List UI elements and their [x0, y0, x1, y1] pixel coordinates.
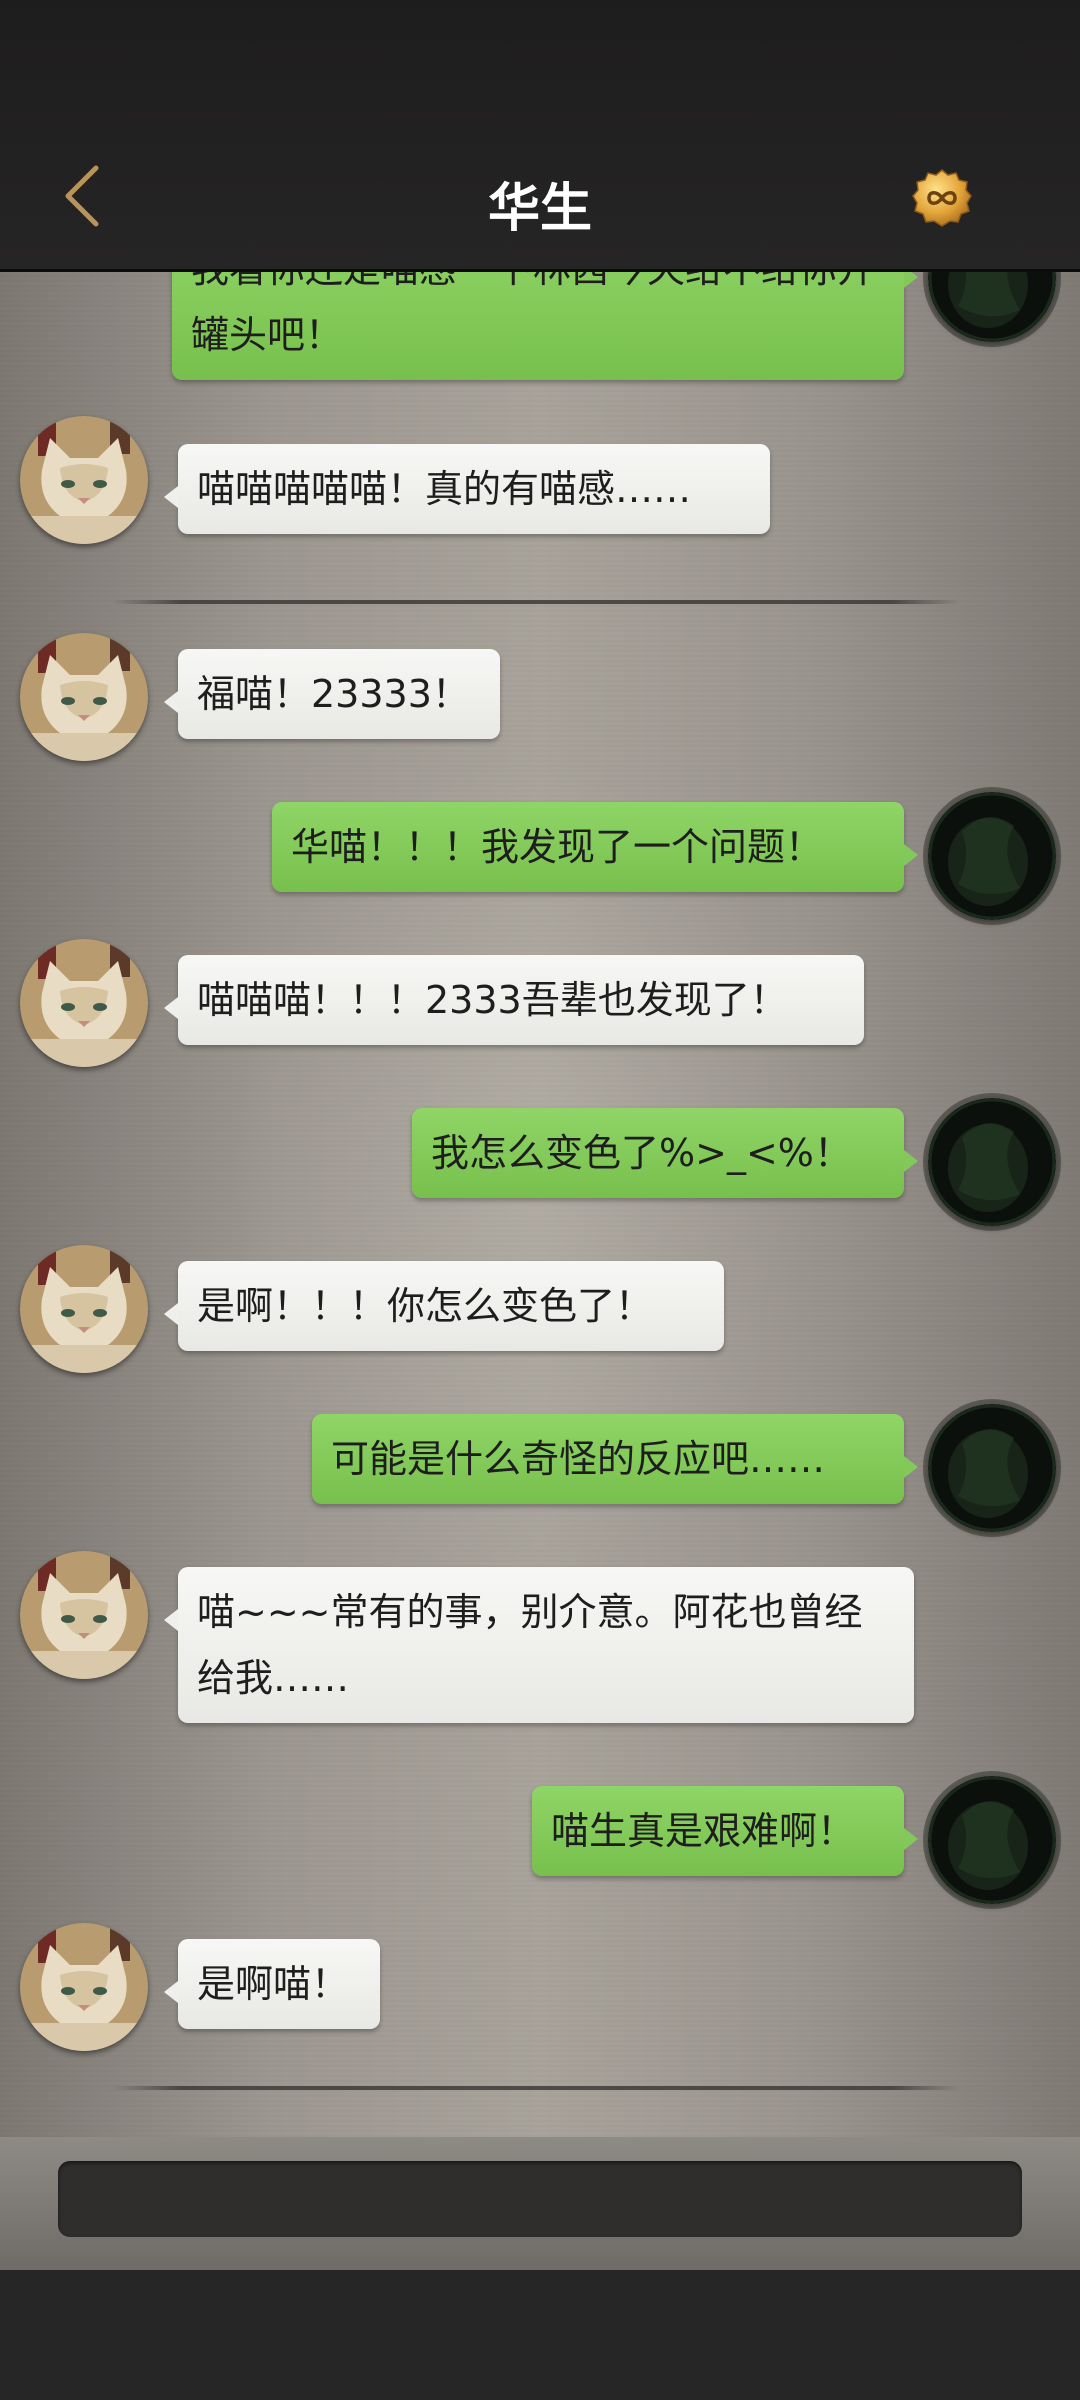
- dark-avatar-icon: [928, 272, 1056, 342]
- message-bubble[interactable]: 我看你还是喵感一下林茜今天给不给你开罐头吧！: [172, 272, 918, 380]
- section-divider: [112, 2086, 960, 2090]
- input-bar: [0, 2137, 1080, 2270]
- cat-avatar-icon: [20, 416, 148, 544]
- bottom-bar: [0, 2270, 1080, 2400]
- user-avatar[interactable]: [928, 1404, 1056, 1532]
- cat-avatar[interactable]: [20, 633, 148, 761]
- message-bubble[interactable]: 是啊喵！: [164, 1939, 380, 2029]
- cat-avatar[interactable]: [20, 939, 148, 1067]
- message-bubble[interactable]: 福喵！23333！: [164, 649, 500, 739]
- cat-avatar-icon: [20, 1551, 148, 1679]
- cat-avatar[interactable]: [20, 416, 148, 544]
- chat-screen: 华生 我看你还是喵感一下林茜今天给不给你开罐头吧！: [0, 0, 1080, 2400]
- dark-avatar-icon: [928, 1776, 1056, 1904]
- dark-avatar-icon: [928, 1098, 1056, 1226]
- user-avatar[interactable]: [928, 1098, 1056, 1226]
- section-divider: [112, 600, 960, 604]
- infinity-coin-icon: [912, 169, 972, 227]
- cat-avatar-icon: [20, 939, 148, 1067]
- cat-avatar-icon: [20, 1245, 148, 1373]
- message-bubble[interactable]: 喵生真是艰难啊！: [532, 1786, 918, 1876]
- message-bubble[interactable]: 我怎么变色了%>_<%！: [412, 1108, 918, 1198]
- cat-avatar-icon: [20, 633, 148, 761]
- cat-avatar[interactable]: [20, 1923, 148, 2051]
- message-bubble[interactable]: 可能是什么奇怪的反应吧……: [312, 1414, 918, 1504]
- user-avatar[interactable]: [928, 1776, 1056, 1904]
- message-bubble[interactable]: 喵~~~常有的事，别介意。阿花也曾经给我……: [164, 1567, 914, 1723]
- cat-avatar-icon: [20, 1923, 148, 2051]
- chat-header: 华生: [0, 0, 1080, 272]
- cat-avatar[interactable]: [20, 1551, 148, 1679]
- infinity-badge-button[interactable]: [912, 168, 972, 228]
- message-bubble[interactable]: 华喵！！！我发现了一个问题！: [272, 802, 918, 892]
- user-avatar[interactable]: [928, 792, 1056, 920]
- dark-avatar-icon: [928, 792, 1056, 920]
- user-avatar[interactable]: [928, 272, 1056, 342]
- message-bubble[interactable]: 喵喵喵喵喵！真的有喵感……: [164, 444, 770, 534]
- message-bubble[interactable]: 是啊！！！你怎么变色了！: [164, 1261, 724, 1351]
- cat-avatar[interactable]: [20, 1245, 148, 1373]
- dark-avatar-icon: [928, 1404, 1056, 1532]
- message-bubble[interactable]: 喵喵喵！！！2333吾辈也发现了！: [164, 955, 864, 1045]
- message-list[interactable]: 我看你还是喵感一下林茜今天给不给你开罐头吧！ 喵喵喵喵喵！真的有喵感…… 福喵！…: [0, 272, 1080, 2137]
- message-input[interactable]: [58, 2161, 1022, 2237]
